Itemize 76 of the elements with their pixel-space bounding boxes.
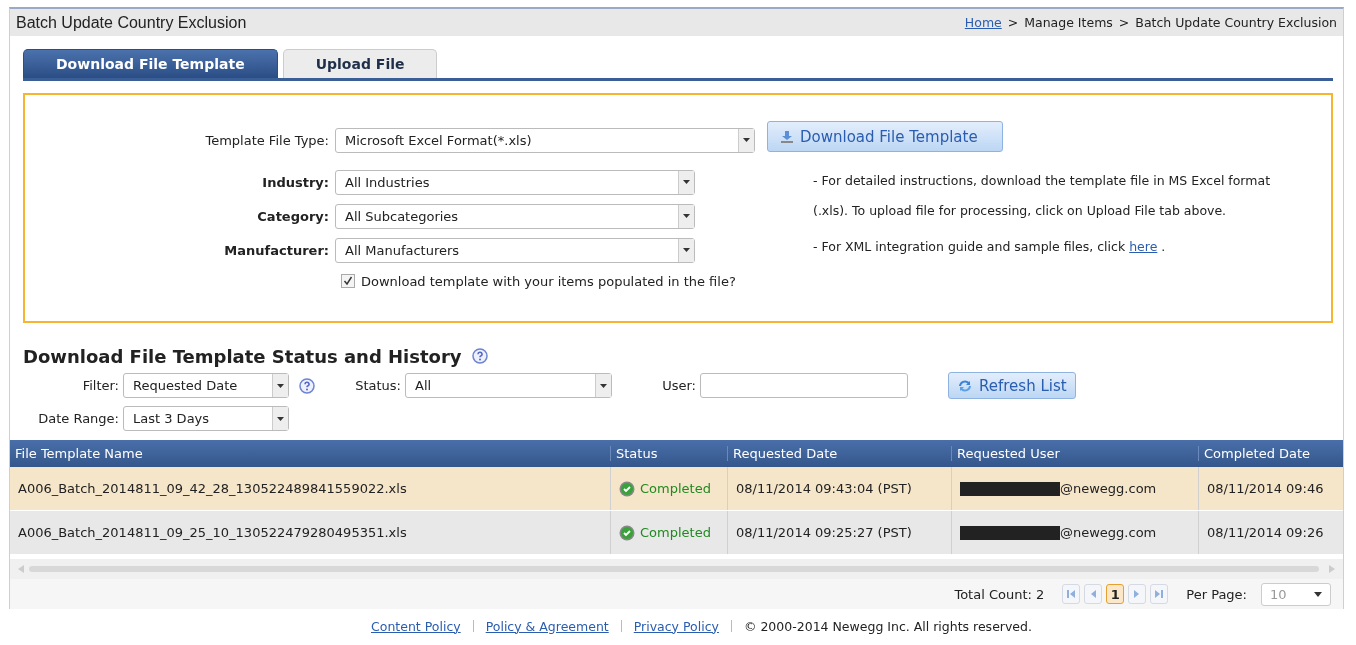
breadcrumb-item: Manage Items xyxy=(1024,15,1113,30)
copyright-text: © 2000-2014 Newegg Inc. All rights reserved. xyxy=(743,618,1032,634)
field-label: Manufacturer: xyxy=(223,242,330,258)
refresh-icon xyxy=(957,378,973,393)
select-dropdown[interactable]: All Subcategories xyxy=(335,203,695,229)
column-header: Requested User xyxy=(951,446,1198,461)
field-label: User: xyxy=(661,378,697,393)
field-label: Date Range: xyxy=(37,411,120,426)
breadcrumb-separator: > xyxy=(1118,15,1130,30)
column-header: Status xyxy=(610,446,727,461)
footer-link[interactable]: Content Policy xyxy=(371,618,461,634)
date-range-dropdown[interactable]: Last 3 Days xyxy=(123,406,289,431)
field-label: Industry: xyxy=(261,174,330,190)
here-link[interactable]: here xyxy=(1129,239,1158,254)
last-page-button[interactable] xyxy=(1150,584,1169,604)
table-cell: A006_Batch_2014811_09_42_28_130522489841559022.xls xyxy=(18,481,407,496)
column-header: Requested Date xyxy=(727,446,951,461)
help-icon[interactable] xyxy=(299,377,315,394)
checkbox[interactable] xyxy=(341,274,355,288)
table-row[interactable]: A006_Batch_2014811_09_25_10_130522479280495351.xls Completed 08/11/2014 09:25:27 (PST) @newegg.com 08/11/2014 09:26 xyxy=(10,511,1343,555)
field-label: Template File Type: xyxy=(204,132,330,148)
period-text: . xyxy=(1161,239,1166,254)
status-dropdown[interactable]: All xyxy=(405,373,612,398)
select-dropdown[interactable]: All Manufacturers xyxy=(335,237,695,263)
next-page-icon xyxy=(1134,590,1141,598)
download-button[interactable]: Download File Template xyxy=(767,121,1003,152)
dropdown-arrow-icon xyxy=(1314,591,1322,597)
status-text: Completed xyxy=(640,525,711,540)
instruction-text: (.xls). To upload file for processing, click on Upload File tab above. xyxy=(813,202,1228,220)
download-icon xyxy=(780,129,794,144)
help-icon[interactable] xyxy=(471,348,488,364)
table-cell: @newegg.com xyxy=(1060,481,1157,496)
page-button[interactable]: 1 xyxy=(1106,584,1125,604)
table-cell: 08/11/2014 09:26 xyxy=(1207,525,1324,540)
previous-page-button[interactable] xyxy=(1084,584,1103,604)
total-count: Total Count: 2 xyxy=(954,586,1045,602)
horizontal-scrollbar[interactable] xyxy=(10,559,1343,579)
table-cell: 08/11/2014 09:43:04 (PST) xyxy=(736,481,912,496)
check-circle-icon xyxy=(619,524,635,541)
instruction-text: - For detailed instructions, download the template file in MS Excel format xyxy=(813,172,1271,190)
first-page-button[interactable] xyxy=(1062,584,1081,604)
per-page-label: Per Page: xyxy=(1186,586,1247,602)
file-type-dropdown[interactable]: Microsoft Excel Format(*.xls) xyxy=(335,127,755,153)
user-input-field[interactable] xyxy=(700,373,908,398)
tab[interactable]: Upload File xyxy=(282,49,438,78)
breadcrumb-link[interactable]: Home xyxy=(964,15,1002,30)
filter-dropdown[interactable]: Requested Date xyxy=(123,373,289,398)
table-cell: @newegg.com xyxy=(1060,525,1157,540)
column-header: File Template Name xyxy=(14,446,144,461)
table-cell: A006_Batch_2014811_09_25_10_130522479280495351.xls xyxy=(18,525,407,540)
select-dropdown[interactable]: All Industries xyxy=(335,169,695,195)
check-circle-icon xyxy=(619,480,635,497)
first-page-icon xyxy=(1067,590,1076,598)
breadcrumb-separator: > xyxy=(1007,15,1019,30)
tab[interactable]: Download File Template xyxy=(23,49,278,78)
table-cell: 08/11/2014 09:25:27 (PST) xyxy=(736,525,912,540)
page-title: Batch Update Country Exclusion xyxy=(16,13,247,32)
previous-page-icon xyxy=(1090,590,1097,598)
refresh-button[interactable]: Refresh List xyxy=(948,372,1076,399)
scroll-left-icon[interactable] xyxy=(18,565,24,573)
footer-link[interactable]: Privacy Policy xyxy=(633,618,719,634)
field-label: Status: xyxy=(354,378,402,393)
field-label: Category: xyxy=(256,208,330,224)
table-cell: 08/11/2014 09:46 xyxy=(1207,481,1324,496)
status-text: Completed xyxy=(640,481,711,496)
checkbox-label: Download template with your items populated in the file? xyxy=(361,273,736,289)
last-page-icon xyxy=(1155,590,1164,598)
field-label: Filter: xyxy=(81,378,120,393)
scroll-right-icon[interactable] xyxy=(1329,565,1335,573)
breadcrumb-item: Batch Update Country Exclusion xyxy=(1135,15,1337,30)
next-page-button[interactable] xyxy=(1128,584,1147,604)
column-header: Completed Date xyxy=(1198,446,1343,461)
instruction-text: - For XML integration guide and sample files, click xyxy=(813,239,1126,254)
footer-link[interactable]: Policy & Agreement xyxy=(485,618,609,634)
section-title: Download File Template Status and History xyxy=(23,345,462,367)
table-row[interactable]: A006_Batch_2014811_09_42_28_130522489841559022.xls Completed 08/11/2014 09:43:04 (PST) @newegg.com 08/11/2014 09:46 xyxy=(10,467,1343,511)
